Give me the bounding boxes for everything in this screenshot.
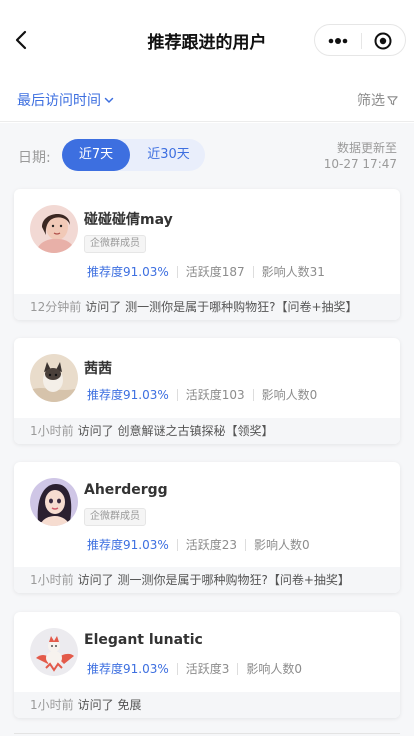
list-end-divider — [14, 733, 400, 734]
recommend-score: 推荐度91.03% — [87, 388, 169, 402]
activity-score: 活跃度23 — [185, 538, 238, 552]
filter-button[interactable]: 筛选 — [357, 90, 398, 110]
visit-text: 访问了 测一测你是属于哪种购物狂?【问卷+抽奖】 — [85, 300, 358, 314]
stat-divider — [252, 388, 254, 401]
miniprogram-capsule — [314, 24, 406, 56]
target-circle-icon[interactable] — [374, 32, 392, 50]
influence-count: 影响人数0 — [254, 538, 310, 552]
date-segmented-control: 近7天 近30天 — [62, 139, 205, 171]
influence-count: 影响人数0 — [246, 662, 303, 676]
filter-bar: 最后访问时间 筛选 — [0, 80, 414, 122]
filter-label: 筛选 — [357, 93, 385, 109]
influence-count: 影响人数0 — [261, 388, 318, 402]
activity-score: 活跃度3 — [185, 662, 230, 676]
user-name: 碰碰碰倩may — [84, 212, 173, 228]
sort-label: 最后访问时间 — [17, 93, 101, 109]
visit-text: 访问了 免展 — [77, 698, 142, 712]
date-option-30d[interactable]: 近30天 — [132, 139, 205, 171]
update-label: 数据更新至 — [336, 141, 397, 155]
sort-dropdown[interactable]: 最后访问时间 — [17, 90, 114, 110]
user-card[interactable]: 碰碰碰倩may 企微群成员 推荐度91.03% 活跃度187 影响人数31 12… — [14, 189, 400, 320]
date-label: 日期: — [18, 150, 51, 166]
user-card[interactable]: Elegant lunatic 推荐度91.03% 活跃度3 影响人数0 1小时… — [14, 612, 400, 718]
visit-time: 1小时前 — [30, 698, 74, 712]
recommend-score: 推荐度91.03% — [87, 265, 169, 279]
user-card[interactable]: 茜茜 推荐度91.03% 活跃度103 影响人数0 1小时前 访问了 创意解谜之古… — [14, 338, 400, 444]
user-stats: 推荐度91.03% 活跃度187 影响人数31 — [87, 263, 325, 280]
date-filter-row: 日期: 近7天 近30天 数据更新至 10-27 17:47 — [0, 123, 414, 185]
chevron-down-icon — [104, 97, 114, 104]
avatar — [30, 354, 78, 402]
data-update-time: 数据更新至 10-27 17:47 — [324, 140, 397, 172]
user-stats: 推荐度91.03% 活跃度3 影响人数0 — [87, 660, 302, 677]
last-visit: 1小时前 访问了 测一测你是属于哪种购物狂?【问卷+抽奖】 — [14, 567, 400, 593]
stat-divider — [252, 265, 254, 278]
stat-divider — [176, 538, 178, 551]
last-visit: 1小时前 访问了 免展 — [14, 692, 400, 718]
more-dots-icon[interactable] — [328, 38, 348, 44]
date-option-7d[interactable]: 近7天 — [62, 139, 130, 171]
member-tag: 企微群成员 — [84, 508, 146, 526]
capsule-divider — [361, 33, 362, 49]
user-name: 茜茜 — [84, 361, 112, 377]
funnel-icon — [387, 95, 398, 105]
stat-divider — [237, 662, 239, 675]
avatar — [30, 628, 78, 676]
user-stats: 推荐度91.03% 活跃度103 影响人数0 — [87, 386, 317, 403]
visit-text: 访问了 创意解谜之古镇探秘【领奖】 — [77, 424, 274, 438]
user-name: Aherdergg — [84, 482, 168, 498]
visit-time: 1小时前 — [30, 573, 74, 587]
visit-text: 访问了 测一测你是属于哪种购物狂?【问卷+抽奖】 — [77, 573, 350, 587]
avatar — [30, 478, 78, 526]
recommend-score: 推荐度91.03% — [87, 538, 169, 552]
stat-divider — [176, 388, 178, 401]
stat-divider — [176, 662, 178, 675]
user-stats: 推荐度91.03% 活跃度23 影响人数0 — [87, 536, 310, 553]
stat-divider — [245, 538, 247, 551]
nav-header: 推荐跟进的用户 — [0, 0, 414, 80]
activity-score: 活跃度103 — [185, 388, 245, 402]
user-card[interactable]: Aherdergg 企微群成员 推荐度91.03% 活跃度23 影响人数0 1小… — [14, 462, 400, 593]
member-tag: 企微群成员 — [84, 235, 146, 253]
last-visit: 12分钟前 访问了 测一测你是属于哪种购物狂?【问卷+抽奖】 — [14, 294, 400, 320]
user-name: Elegant lunatic — [84, 632, 203, 648]
visit-time: 1小时前 — [30, 424, 74, 438]
recommend-score: 推荐度91.03% — [87, 662, 169, 676]
last-visit: 1小时前 访问了 创意解谜之古镇探秘【领奖】 — [14, 418, 400, 444]
update-timestamp: 10-27 17:47 — [323, 157, 397, 171]
stat-divider — [176, 265, 178, 278]
user-list-area: 日期: 近7天 近30天 数据更新至 10-27 17:47 碰碰碰倩may 企… — [0, 123, 414, 736]
visit-time: 12分钟前 — [30, 300, 82, 314]
avatar — [30, 205, 78, 253]
activity-score: 活跃度187 — [185, 265, 245, 279]
influence-count: 影响人数31 — [261, 265, 325, 279]
